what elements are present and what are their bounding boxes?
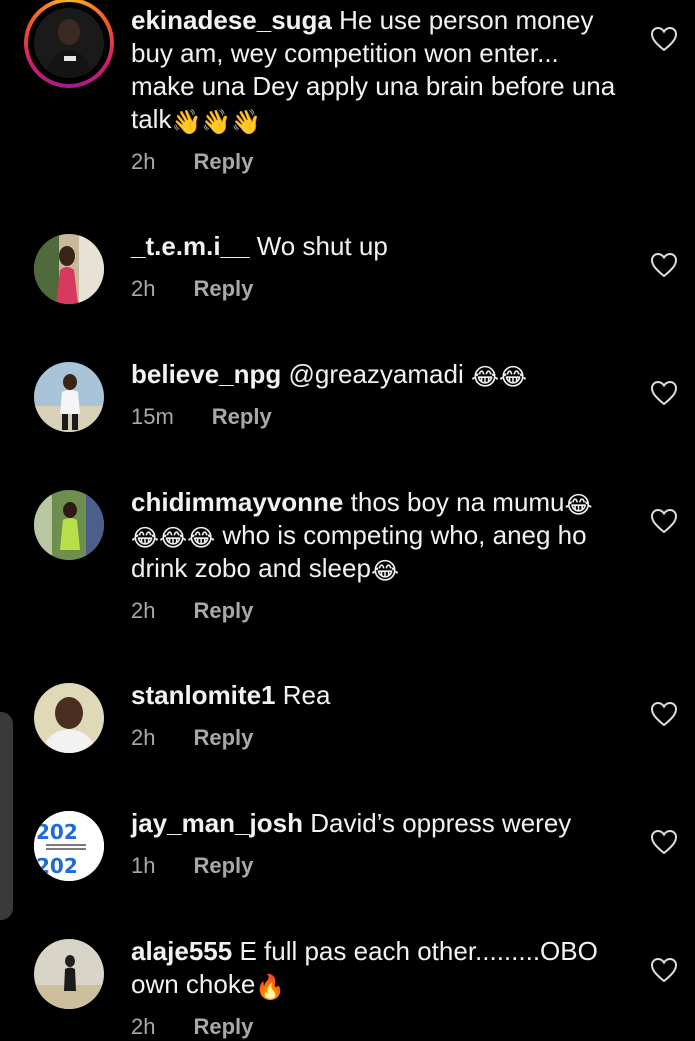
comment-text: chidimmayvonne thos boy na mumu😂 😂😂😂 who … — [131, 486, 626, 585]
comment-meta: 2h Reply — [131, 1012, 253, 1041]
laughing-emoji-icon: 😂😂😂 — [131, 524, 216, 552]
comments-screen: ekinadese_suga He use person money buy a… — [0, 0, 695, 1041]
comment-body: Wo shut up — [249, 231, 388, 261]
comment-meta: 2h Reply — [131, 274, 253, 304]
waving-hands-emoji-icon: 👋👋👋 — [171, 108, 262, 136]
heart-outline-icon[interactable] — [650, 701, 678, 727]
comment-text: alaje555 E full pas each other.........O… — [131, 935, 626, 1001]
reply-button[interactable]: Reply — [212, 402, 272, 432]
reply-button[interactable]: Reply — [193, 147, 253, 177]
comment-text: ekinadese_suga He use person money buy a… — [131, 4, 626, 136]
comment-body: David’s oppress werey — [302, 808, 572, 838]
heart-outline-icon[interactable] — [650, 957, 678, 983]
fire-emoji-icon: 🔥 — [255, 973, 286, 1001]
heart-outline-icon[interactable] — [650, 252, 678, 278]
comment-time: 2h — [131, 725, 156, 750]
comment-username[interactable]: alaje555 — [131, 936, 232, 966]
comment-body: thos boy na mumu — [343, 487, 565, 517]
comment-text: believe_npg @greazyamadi 😂😂 — [131, 358, 626, 391]
comment-username[interactable]: chidimmayvonne — [131, 487, 343, 517]
avatar[interactable] — [34, 362, 104, 432]
reply-button[interactable]: Reply — [193, 1012, 253, 1041]
reply-button[interactable]: Reply — [193, 596, 253, 626]
heart-outline-icon[interactable] — [650, 380, 678, 406]
laughing-emoji-icon: 😂 — [370, 557, 399, 585]
comment-meta: 15m Reply — [131, 402, 272, 432]
avatar[interactable] — [34, 939, 104, 1009]
laughing-emoji-icon: 😂😂 — [470, 363, 528, 391]
comment-username[interactable]: _t.e.m.i__ — [131, 231, 250, 261]
comment-meta: 1h Reply — [131, 851, 253, 881]
badge-year-top: 202 — [36, 820, 78, 844]
laughing-emoji-icon: 😂 — [564, 491, 593, 519]
comment-body: Rea — [275, 680, 331, 710]
avatar[interactable] — [34, 234, 104, 304]
side-panel-handle[interactable] — [0, 712, 13, 920]
comment-time: 2h — [131, 276, 156, 301]
comment-username[interactable]: ekinadese_suga — [131, 5, 332, 35]
comment-text: jay_man_josh David’s oppress werey — [131, 807, 626, 840]
comment-meta: 2h Reply — [131, 596, 253, 626]
comment-time: 2h — [131, 149, 156, 174]
avatar[interactable]: 202 202 — [34, 811, 104, 881]
comment-username[interactable]: believe_npg — [131, 359, 281, 389]
comment-text: stanlomite1 Rea — [131, 679, 626, 712]
avatar[interactable] — [34, 683, 104, 753]
comment-time: 2h — [131, 1014, 156, 1039]
comment-body: @greazyamadi — [281, 359, 471, 389]
comment-text: _t.e.m.i__ Wo shut up — [131, 230, 626, 263]
avatar[interactable] — [34, 8, 104, 78]
comment-time: 15m — [131, 404, 174, 429]
reply-button[interactable]: Reply — [193, 851, 253, 881]
comment-username[interactable]: jay_man_josh — [131, 808, 303, 838]
comment-meta: 2h Reply — [131, 147, 253, 177]
badge-year-bottom: 202 — [36, 854, 78, 878]
reply-button[interactable]: Reply — [193, 274, 253, 304]
avatar[interactable] — [34, 490, 104, 560]
reply-button[interactable]: Reply — [193, 723, 253, 753]
comment-meta: 2h Reply — [131, 723, 253, 753]
comment-time: 2h — [131, 598, 156, 623]
heart-outline-icon[interactable] — [650, 26, 678, 52]
comment-time: 1h — [131, 853, 156, 878]
heart-outline-icon[interactable] — [650, 508, 678, 534]
heart-outline-icon[interactable] — [650, 829, 678, 855]
comment-username[interactable]: stanlomite1 — [131, 680, 276, 710]
